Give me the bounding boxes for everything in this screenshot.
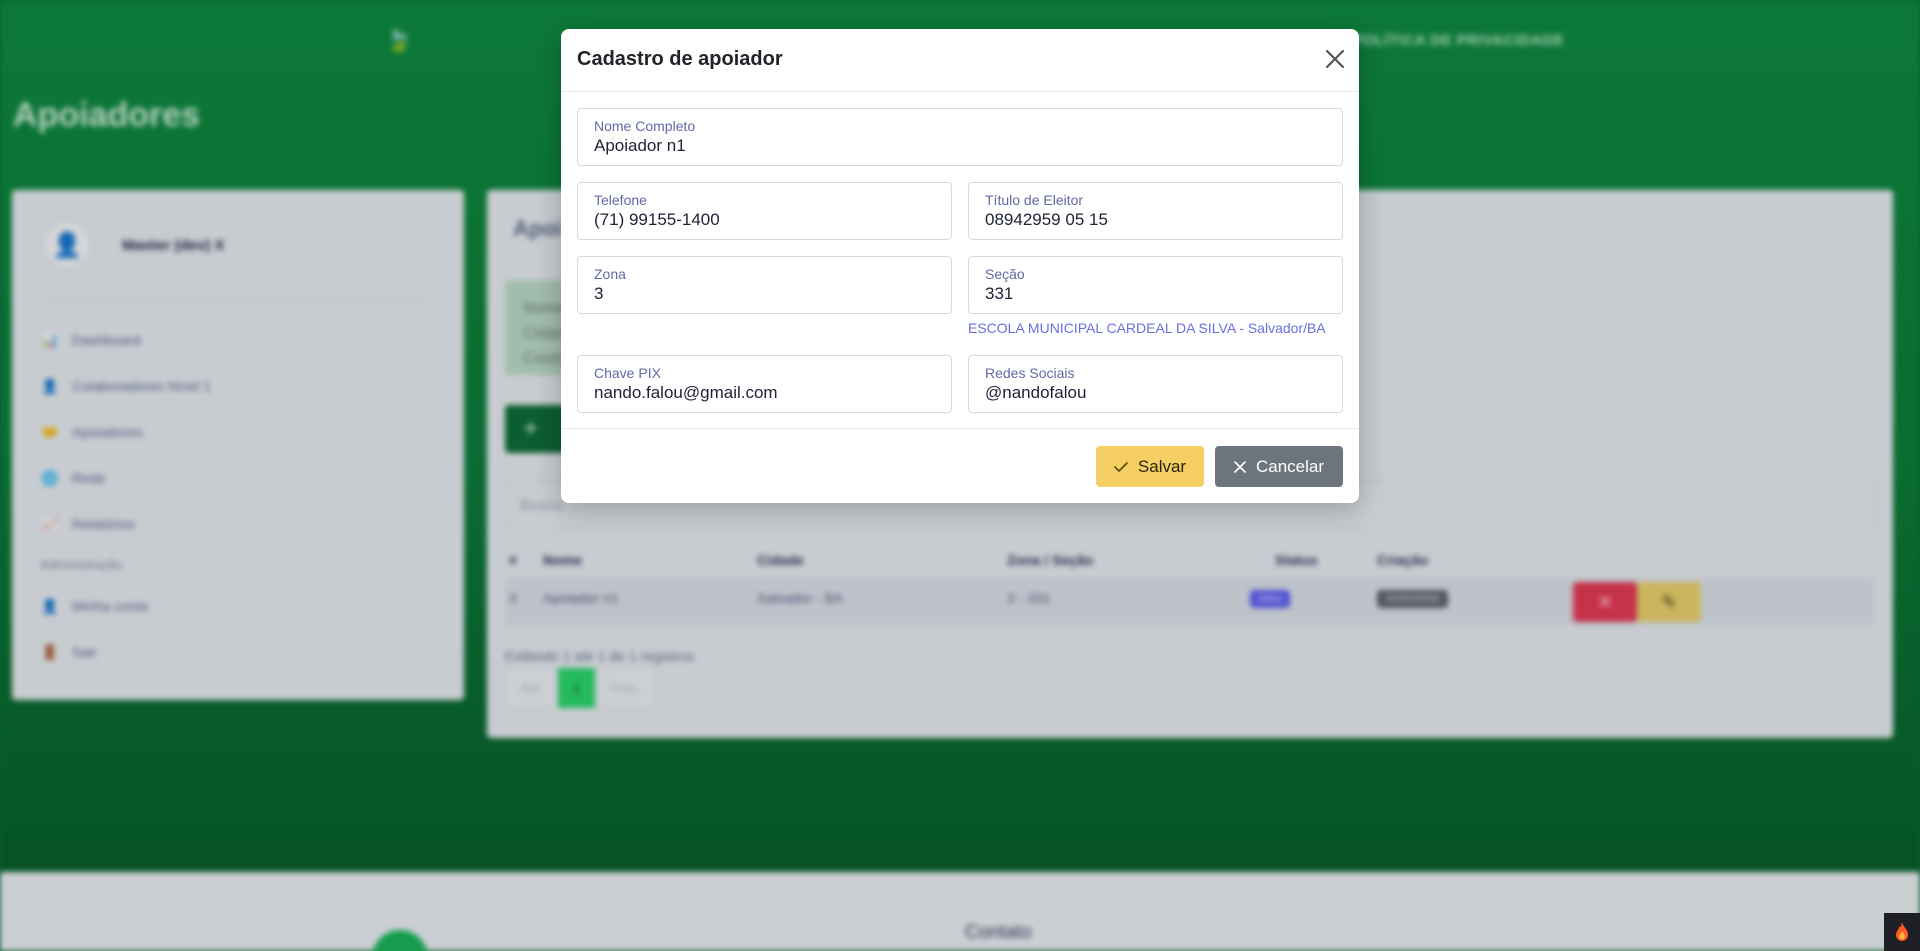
field-label: Telefone [594,192,647,208]
cancel-button[interactable]: Cancelar [1215,446,1343,487]
escola-info: ESCOLA MUNICIPAL CARDEAL DA SILVA - Salv… [968,320,1326,336]
field-label: Nome Completo [594,118,696,134]
telefone-input[interactable] [594,210,935,230]
save-button[interactable]: Salvar [1096,446,1204,487]
secao-input[interactable] [985,284,1326,304]
titulo-eleitor-field[interactable]: Título de Eleitor [968,182,1343,240]
secao-field[interactable]: Seção [968,256,1343,314]
field-label: Título de Eleitor [985,192,1084,208]
pix-field[interactable]: Chave PIX [577,355,952,413]
fire-icon[interactable] [1884,913,1920,951]
close-icon [1234,460,1246,473]
nome-field[interactable]: Nome Completo [577,108,1343,166]
modal-header: Cadastro de apoiador [561,29,1359,92]
modal-footer-divider [561,428,1359,429]
telefone-field[interactable]: Telefone [577,182,952,240]
save-label: Salvar [1137,456,1187,476]
pix-input[interactable] [594,383,935,403]
field-label: Redes Sociais [985,365,1075,381]
zona-field[interactable]: Zona [577,256,952,314]
check-icon [1114,461,1128,472]
nome-input[interactable] [594,136,1326,156]
field-label: Zona [594,266,626,282]
zona-input[interactable] [594,284,935,304]
titulo-eleitor-input[interactable] [985,210,1326,230]
field-label: Seção [985,266,1025,282]
close-icon[interactable] [1323,47,1347,71]
redes-sociais-input[interactable] [985,383,1326,403]
field-label: Chave PIX [594,365,661,381]
redes-sociais-field[interactable]: Redes Sociais [968,355,1343,413]
modal-title: Cadastro de apoiador [577,48,783,70]
supporter-modal: Cadastro de apoiador Nome Completo Telef… [561,29,1359,503]
cancel-label: Cancelar [1255,456,1325,476]
